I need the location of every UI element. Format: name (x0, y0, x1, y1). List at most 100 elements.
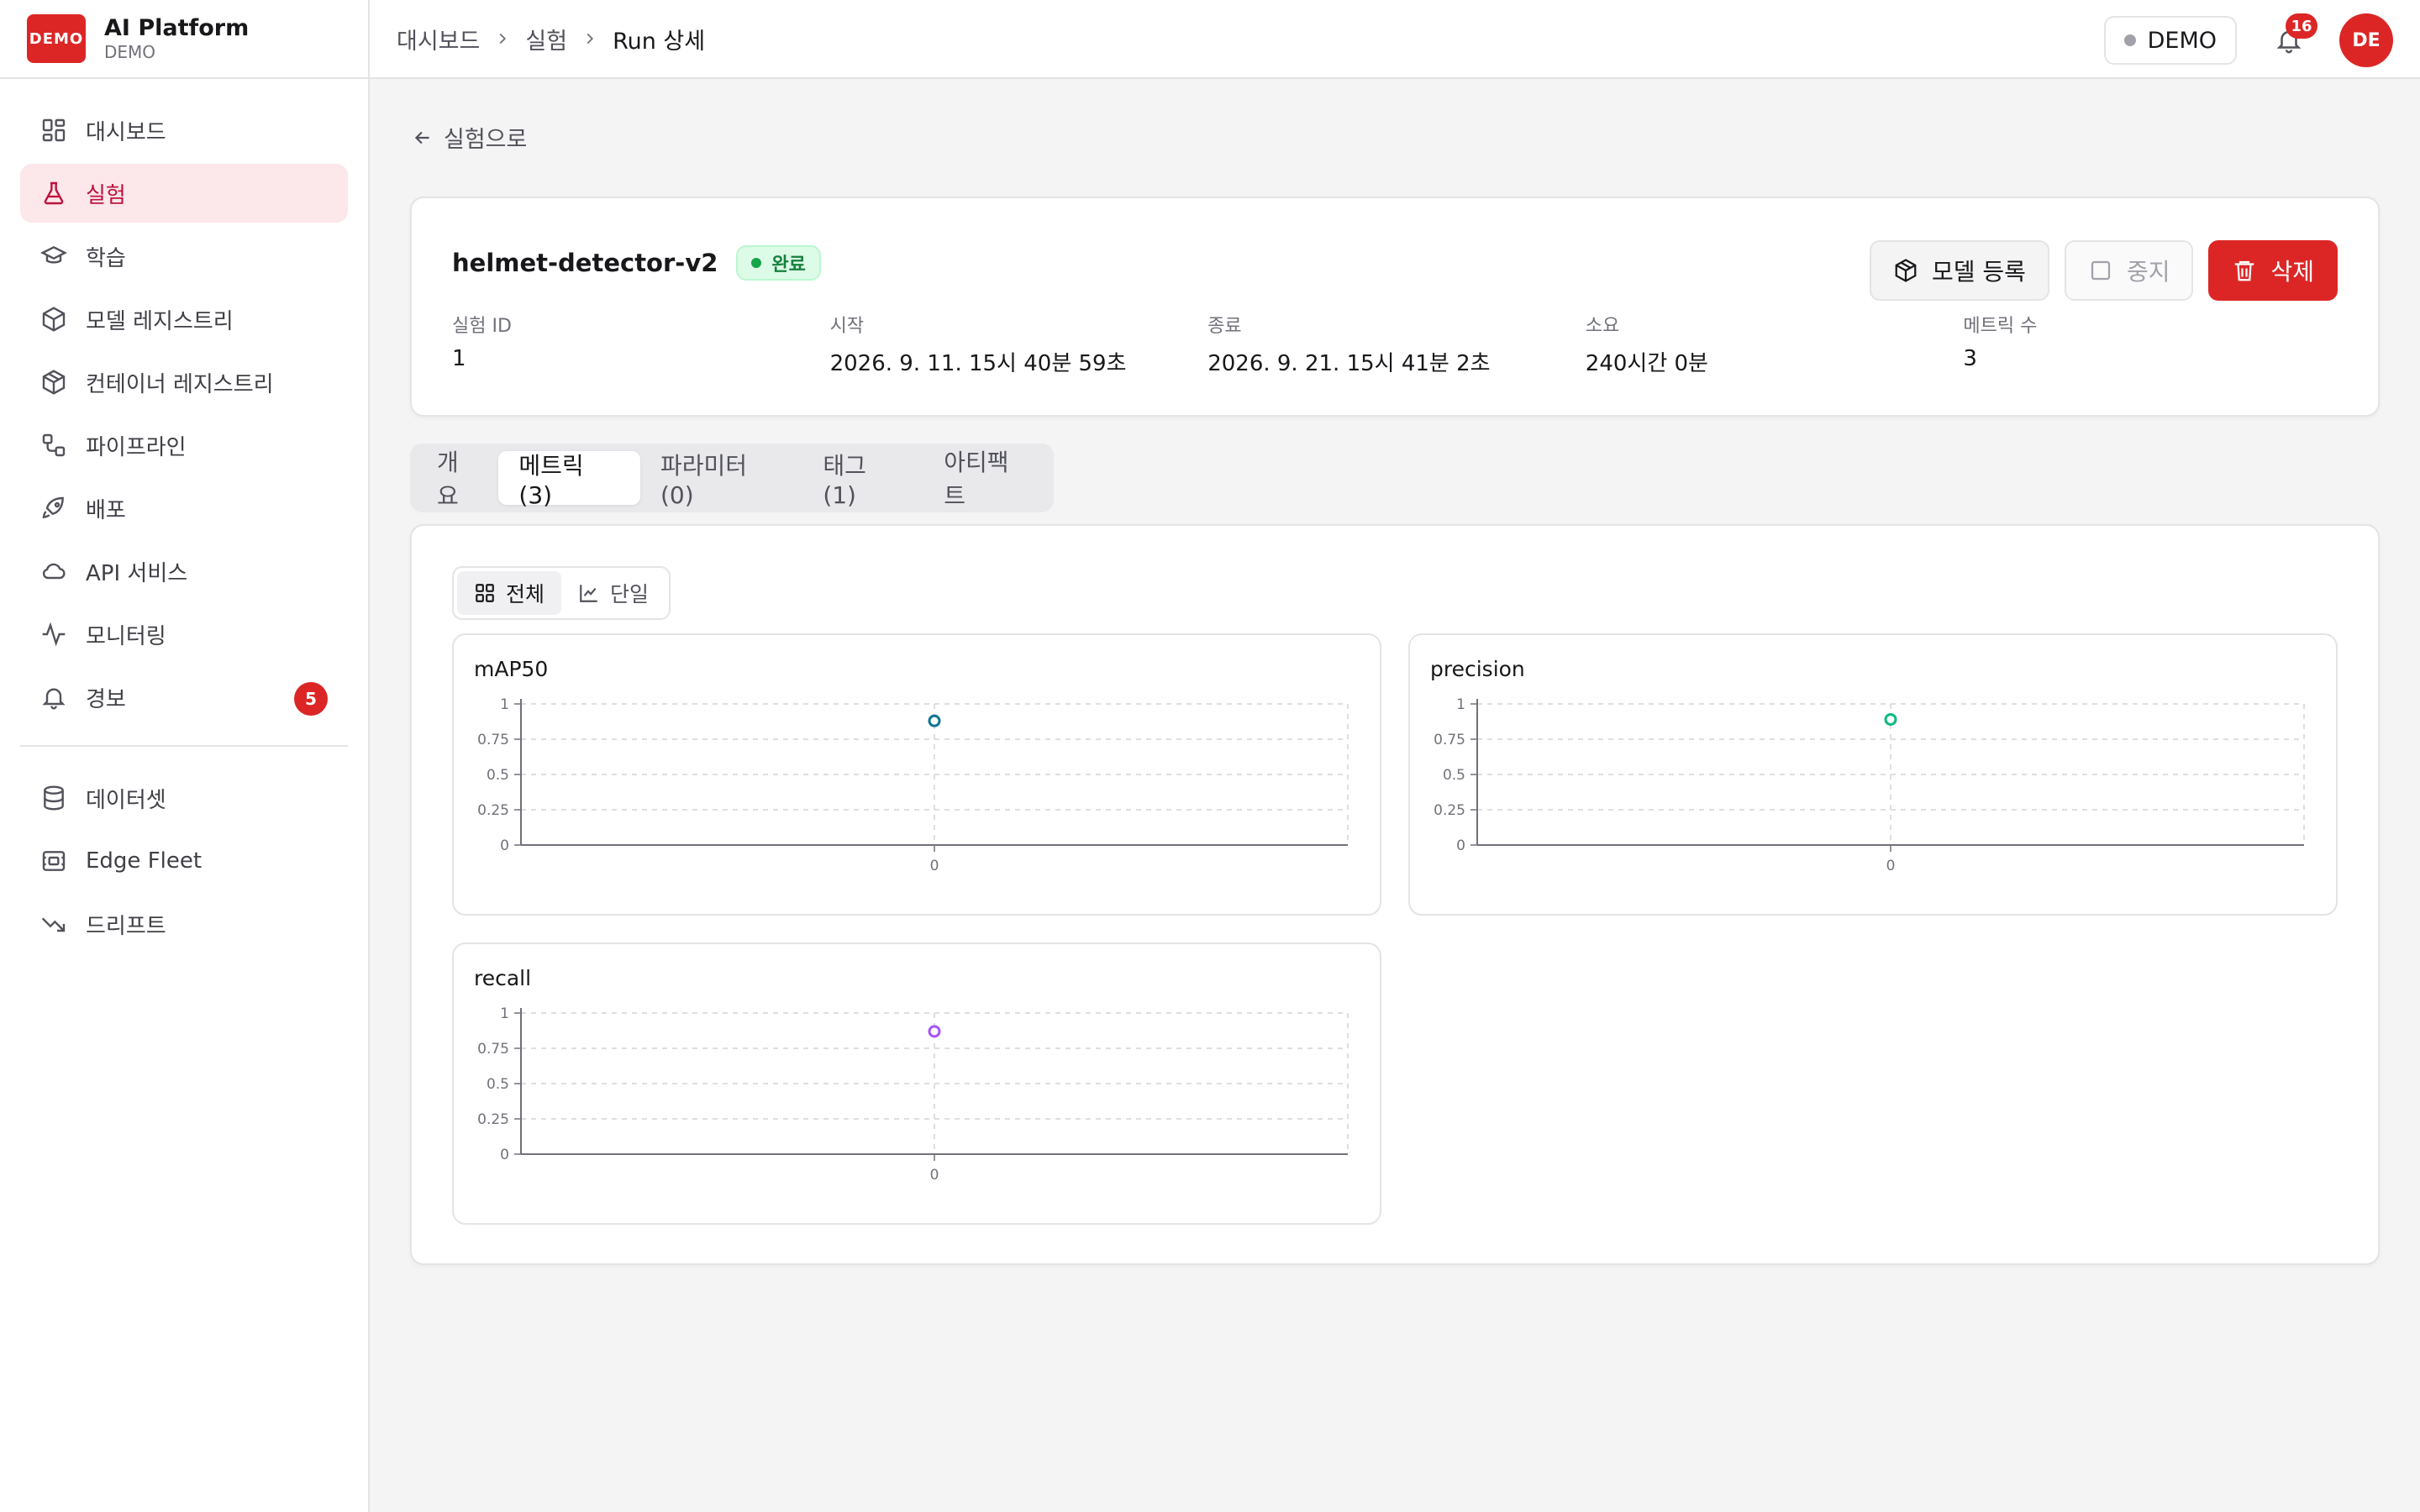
container-icon (40, 369, 67, 396)
data-point (1884, 712, 1897, 726)
org-switcher[interactable]: DEMO (2103, 16, 2237, 65)
alerts-count-badge: 5 (294, 682, 328, 716)
sidebar-item-deploy[interactable]: 배포 (20, 479, 348, 538)
box-icon (40, 306, 67, 333)
box-icon (1895, 259, 1917, 282)
y-tick-label: 0.25 (477, 1111, 509, 1128)
meta-end: 종료 2026. 9. 21. 15시 41분 2초 (1207, 316, 1491, 376)
sidebar-item-datasets[interactable]: 데이터셋 (20, 769, 348, 827)
y-tick-label: 0 (500, 1147, 509, 1163)
sidebar-item-training[interactable]: 학습 (20, 227, 348, 286)
tab-metrics[interactable]: 메트릭 (3) (498, 451, 640, 509)
breadcrumb-experiments[interactable]: 실험 (525, 23, 567, 55)
metric-panel-map50: mAP50 0 0.25 0.5 0.75 1 0 (452, 633, 1381, 916)
sidebar-item-label: 드리프트 (86, 913, 166, 939)
register-model-label: 모델 등록 (1931, 258, 2026, 286)
sidebar-item-label: 배포 (86, 497, 126, 523)
sidebar-item-drift[interactable]: 드리프트 (20, 895, 348, 953)
y-tick-label: 0.25 (477, 802, 509, 819)
y-tick-label: 1 (1456, 696, 1465, 713)
sidebar-item-experiments[interactable]: 실험 (20, 164, 348, 223)
x-tick-label: 0 (1886, 858, 1896, 874)
y-tick-label: 0.5 (487, 767, 509, 784)
data-point (928, 714, 941, 727)
tab-overview[interactable]: 개요 (417, 449, 498, 510)
status-dot-icon (2123, 34, 2136, 46)
meta-start: 시작 2026. 9. 11. 15시 40분 59초 (829, 316, 1127, 376)
metric-title: precision (1430, 657, 1525, 681)
view-single-button[interactable]: 단일 (561, 571, 666, 615)
x-tick-label: 0 (930, 858, 939, 874)
sidebar-item-container-registry[interactable]: 컨테이너 레지스트리 (20, 353, 348, 412)
main-content: 실험으로 helmet-detector-v2 완료 모델 등록 중지 삭제 실… (370, 79, 2420, 1512)
line-chart-icon (580, 585, 597, 602)
dashboard-icon (40, 117, 67, 144)
sidebar-item-label: 실험 (86, 182, 126, 208)
run-actions: 모델 등록 중지 삭제 (1854, 240, 2338, 301)
sidebar-divider (20, 745, 348, 747)
y-tick-label: 1 (500, 696, 509, 713)
edge-device-icon (40, 848, 67, 874)
brand-logo: DEMO (27, 14, 86, 63)
trash-icon (2235, 260, 2254, 281)
breadcrumb: 대시보드 실험 Run 상세 (397, 23, 705, 55)
register-model-button[interactable]: 모델 등록 (1869, 240, 2049, 301)
breadcrumb-dashboard[interactable]: 대시보드 (397, 23, 480, 55)
sidebar-item-label: 학습 (86, 245, 126, 271)
brand[interactable]: DEMO AI Platform DEMO (0, 0, 368, 79)
meta-experiment-id: 실험 ID 1 (452, 316, 512, 371)
sidebar-item-monitoring[interactable]: 모니터링 (20, 605, 348, 664)
metric-panel-recall: recall 0 0.25 0.5 0.75 1 0 (452, 942, 1381, 1225)
y-tick-label: 0.75 (477, 1041, 509, 1058)
sidebar-item-model-registry[interactable]: 모델 레지스트리 (20, 290, 348, 349)
metric-title: recall (474, 966, 532, 990)
bell-icon (40, 684, 67, 711)
back-label: 실험으로 (444, 127, 528, 153)
y-tick-label: 0 (500, 837, 509, 854)
sidebar-item-label: 모니터링 (86, 623, 166, 649)
y-tick-label: 0 (1456, 837, 1465, 854)
database-icon (40, 785, 67, 811)
sidebar-item-edge-fleet[interactable]: Edge Fleet (20, 832, 348, 890)
tab-artifacts[interactable]: 아티팩트 (923, 449, 1047, 510)
sidebar-item-dashboard[interactable]: 대시보드 (20, 101, 348, 160)
grid-icon (476, 584, 494, 602)
sidebar: DEMO AI Platform DEMO 대시보드 실험 학습 모델 레지스트… (0, 0, 370, 1512)
sidebar-item-label: 파이프라인 (86, 434, 187, 460)
sidebar-item-pipeline[interactable]: 파이프라인 (20, 416, 348, 475)
sidebar-item-label: 모델 레지스트리 (86, 308, 234, 334)
status-label: 완료 (771, 255, 806, 276)
status-badge: 완료 (736, 245, 821, 281)
view-all-button[interactable]: 전체 (457, 571, 561, 615)
notifications-button[interactable]: 16 (2267, 13, 2317, 62)
stop-button[interactable]: 중지 (2064, 240, 2194, 301)
metrics-card: 전체 단일 mAP50 0 0.25 0.5 0.75 1 0 precision 0 0.… (410, 524, 2380, 1265)
brand-title: AI Platform (104, 15, 250, 41)
org-label: DEMO (2147, 27, 2217, 54)
graduation-cap-icon (40, 243, 67, 270)
delete-button[interactable]: 삭제 (2208, 240, 2338, 301)
rocket-icon (40, 495, 67, 522)
square-icon (2091, 260, 2111, 281)
tab-parameters[interactable]: 파라미터 (0) (640, 451, 802, 509)
meta-duration: 소요 240시간 0분 (1585, 316, 1708, 376)
y-tick-label: 0.5 (487, 1076, 509, 1093)
back-to-experiments-link[interactable]: 실험으로 (412, 121, 527, 154)
workflow-icon (40, 432, 67, 459)
y-tick-label: 0.25 (1434, 802, 1465, 819)
sidebar-item-label: 경보 (86, 686, 126, 712)
sidebar-item-label: API 서비스 (86, 560, 188, 586)
metric-chart-map50: 0 0.25 0.5 0.75 1 0 (477, 696, 1349, 874)
y-tick-label: 1 (500, 1005, 509, 1022)
metric-panel-precision: precision 0 0.25 0.5 0.75 1 0 (1408, 633, 2338, 916)
metric-chart-recall: 0 0.25 0.5 0.75 1 0 (477, 1005, 1349, 1184)
view-toggle: 전체 단일 (452, 566, 671, 620)
run-name: helmet-detector-v2 (452, 249, 718, 277)
tab-tags[interactable]: 태그 (1) (802, 451, 923, 509)
sidebar-item-api-service[interactable]: API 서비스 (20, 542, 348, 601)
cloud-icon (40, 558, 67, 585)
sidebar-item-alerts[interactable]: 경보 5 (20, 668, 348, 727)
trending-down-icon (40, 911, 67, 937)
avatar[interactable]: DE (2339, 13, 2393, 67)
run-meta: 실험 ID 1 시작 2026. 9. 11. 15시 40분 59초 종료 2… (452, 311, 2341, 377)
